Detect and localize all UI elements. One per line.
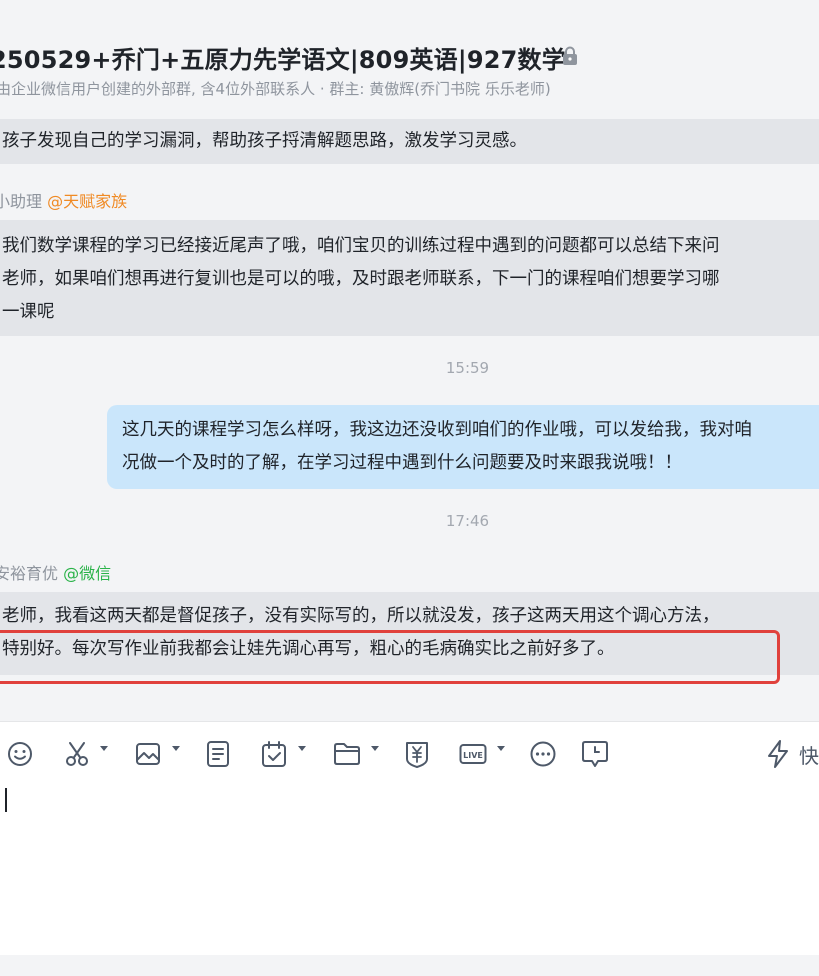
message-bubble-self[interactable]: 这几天的课程学习怎么样呀，我这边还没收到咱们的作业哦，可以发给我，我对咱 况做一… (107, 405, 819, 489)
message-line: 这几天的课程学习怎么样呀，我这边还没收到咱们的作业哦，可以发给我，我对咱 (122, 420, 752, 440)
message-sender[interactable]: 安裕育优 @微信 (0, 560, 111, 584)
folder-icon[interactable] (333, 739, 361, 769)
group-subtitle: 由企业微信用户创建的外部群, 含4位外部联系人 · 群主: 黄傲辉(乔门书院 乐… (0, 80, 551, 98)
document-icon[interactable] (206, 739, 230, 769)
bottom-strip (0, 955, 819, 976)
message-composer[interactable]: LIVE 快 (0, 721, 819, 956)
message-line: 我们数学课程的学习已经接近尾声了哦，咱们宝贝的训练过程中遇到的问题都可以总结下来… (2, 236, 720, 256)
chevron-down-icon[interactable] (371, 746, 379, 751)
lock-icon (563, 46, 577, 65)
group-title[interactable]: 250529+乔门+五原力先学语文|809英语|927数学 (0, 40, 566, 75)
lightning-icon (768, 740, 788, 768)
text-input-cursor[interactable] (5, 788, 7, 812)
payment-icon[interactable] (404, 739, 430, 769)
sender-org: @天赋家族 (47, 192, 128, 211)
scissors-icon[interactable] (64, 739, 90, 769)
live-icon[interactable]: LIVE (459, 739, 487, 769)
quick-reply-button[interactable]: 快 (765, 739, 819, 769)
message-bubble[interactable]: 我们数学课程的学习已经接近尾声了哦，咱们宝贝的训练过程中遇到的问题都可以总结下来… (0, 220, 819, 336)
composer-toolbar: LIVE 快 (0, 722, 819, 786)
message-bubble[interactable]: 孩子发现自己的学习漏洞，帮助孩子捋清解题思路，激发学习灵感。 (0, 119, 819, 164)
timestamp: 17:46 (445, 512, 490, 530)
chevron-down-icon[interactable] (100, 746, 108, 751)
image-icon[interactable] (135, 739, 161, 769)
more-icon[interactable] (529, 739, 557, 769)
chevron-down-icon[interactable] (298, 746, 306, 751)
chat-header: 250529+乔门+五原力先学语文|809英语|927数学 由企业微信用户创建的… (0, 0, 819, 112)
message-line: 老师，我看这两天都是督促孩子，没有实际写的，所以就没发，孩子这两天用这个调心方法… (2, 606, 720, 626)
chevron-down-icon[interactable] (497, 746, 505, 751)
sender-name: 安裕育优 (0, 564, 59, 583)
chevron-down-icon[interactable] (172, 746, 180, 751)
sender-org: @微信 (63, 564, 112, 583)
message-sender[interactable]: 小助理 @天赋家族 (0, 188, 127, 212)
schedule-message-icon[interactable] (581, 739, 609, 769)
message-line: 孩子发现自己的学习漏洞，帮助孩子捋清解题思路，激发学习灵感。 (2, 131, 527, 151)
quick-reply-label: 快 (799, 743, 819, 768)
task-icon[interactable] (261, 739, 287, 769)
svg-text:LIVE: LIVE (463, 751, 483, 760)
message-line: 况做一个及时的了解，在学习过程中遇到什么问题要及时来跟我说哦！！ (122, 453, 682, 473)
emoji-icon[interactable] (6, 739, 34, 769)
highlight-annotation (0, 630, 780, 684)
message-line: 一课呢 (2, 302, 55, 322)
message-line: 老师，如果咱们想再进行复训也是可以的哦，及时跟老师联系，下一门的课程咱们想要学习… (2, 269, 720, 289)
sender-name: 小助理 (0, 192, 43, 211)
timestamp: 15:59 (445, 359, 490, 377)
